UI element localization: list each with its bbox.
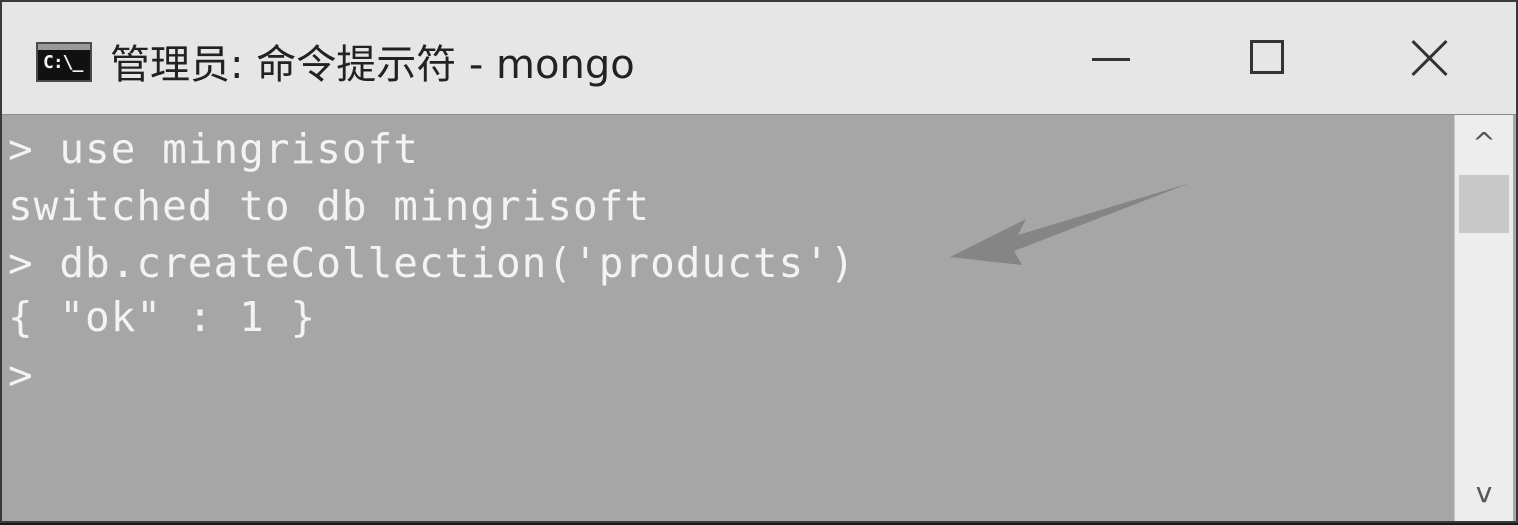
cmd-icon-glyph: C:\_ [43, 52, 83, 73]
minimize-button[interactable] [1024, 2, 1194, 114]
console-output[interactable]: > use mingrisoft switched to db mingriso… [2, 115, 1454, 521]
close-button[interactable] [1348, 2, 1516, 114]
title-bar[interactable]: C:\_ 管理员: 命令提示符 - mongo [2, 2, 1516, 115]
chevron-down-icon[interactable]: v [1455, 465, 1513, 521]
vertical-scrollbar[interactable]: ^ v [1454, 115, 1513, 521]
scroll-thumb[interactable] [1459, 175, 1509, 233]
annotation-arrow-icon [950, 183, 1190, 265]
minimize-icon [1092, 58, 1130, 61]
maximize-icon [1250, 40, 1284, 74]
window-title: 管理员: 命令提示符 - mongo [110, 42, 635, 88]
chevron-up-icon[interactable]: ^ [1455, 115, 1513, 171]
cmd-icon[interactable]: C:\_ [36, 42, 92, 82]
close-icon [1410, 38, 1450, 78]
maximize-button[interactable] [1184, 2, 1354, 114]
command-prompt-window: C:\_ 管理员: 命令提示符 - mongo > use mingrisoft… [0, 0, 1518, 523]
